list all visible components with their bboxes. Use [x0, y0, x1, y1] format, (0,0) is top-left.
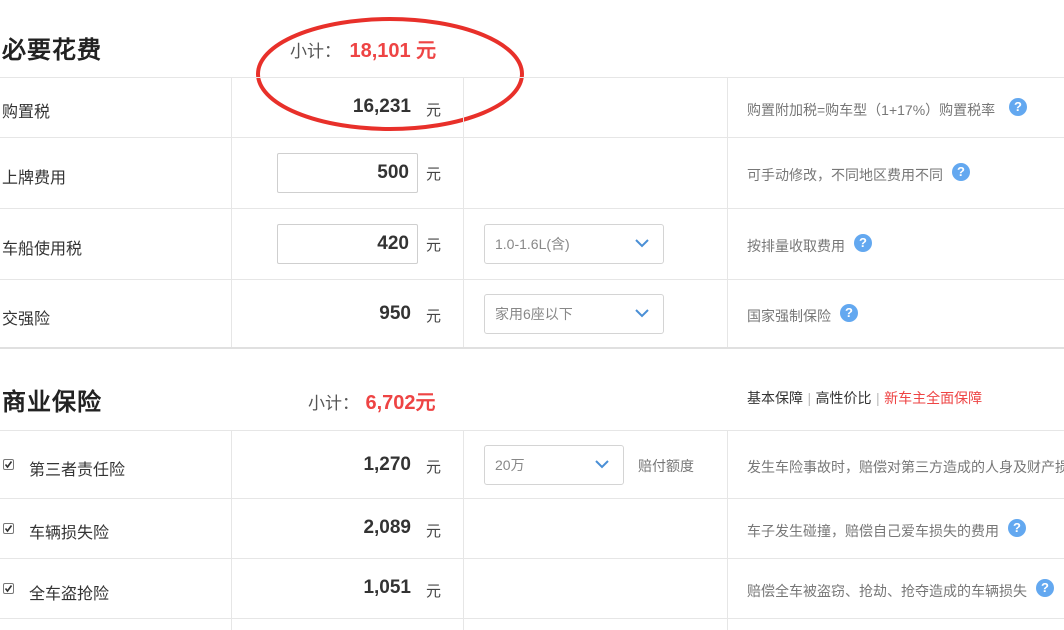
select-suffix: 赔付额度: [638, 458, 694, 474]
unit-label: 元: [426, 523, 442, 540]
plan-switcher: 基本保障 | 高性价比 | 新车主全面保障: [747, 390, 983, 406]
help-icon[interactable]: ?: [952, 163, 970, 181]
unit-label: 元: [426, 308, 442, 325]
commercial-subtotal: 小计： 6,702元: [308, 386, 436, 415]
table-row: 车辆损失险 2,089 元 车子发生碰撞，赔偿自己爱车损失的费用 ?: [0, 499, 1064, 558]
help-icon[interactable]: ?: [1008, 519, 1026, 537]
row-label: 车船使用税: [2, 241, 83, 258]
select-value: 20万: [495, 457, 525, 473]
unit-label: 元: [426, 166, 442, 183]
theft-checkbox[interactable]: [3, 583, 14, 594]
amount-value: 16,231: [352, 96, 411, 117]
help-icon[interactable]: ?: [1009, 98, 1027, 116]
plan-full-link[interactable]: 新车主全面保障: [884, 390, 982, 406]
table-row: 车船使用税 420 元 1.0-1.6L(含) 按排量收取费用 ?: [0, 209, 1064, 279]
amount-value: 1,270: [363, 454, 411, 475]
table-row: 上牌费用 500 元 可手动修改，不同地区费用不同 ?: [0, 138, 1064, 208]
select-value: 1.0-1.6L(含): [495, 236, 570, 252]
row-note: 车子发生碰撞，赔偿自己爱车损失的费用: [747, 523, 999, 539]
table-row: 第三者责任险 1,270 元 20万 赔付额度 发生车险事故时，赔偿对第三方造成…: [0, 431, 1064, 498]
row-note: 按排量收取费用: [747, 238, 845, 254]
row-note: 可手动修改，不同地区费用不同: [747, 167, 943, 183]
unit-label: 元: [426, 102, 442, 119]
help-icon[interactable]: ?: [854, 234, 872, 252]
row-note: 国家强制保险: [747, 308, 831, 324]
table-row: 购置税 16,231 元 购置附加税=购车型（1+17%）购置税率 ?: [0, 77, 1064, 137]
seat-type-select[interactable]: 家用6座以下: [484, 294, 664, 334]
row-note: 购置附加税=购车型（1+17%）购置税率: [747, 102, 996, 118]
unit-label: 元: [426, 583, 442, 600]
chevron-down-icon: [595, 460, 609, 469]
plan-basic-link[interactable]: 基本保障: [747, 390, 803, 406]
amount-value: 2,089: [363, 517, 411, 538]
unit-label: 元: [426, 459, 442, 476]
unit-label: 元: [426, 237, 442, 254]
table-row: 全车盗抢险 1,051 元 赔偿全车被盗窃、抢劫、抢夺造成的车辆损失 ?: [0, 559, 1064, 618]
coverage-amount-select[interactable]: 20万: [484, 445, 624, 485]
row-note: 发生车险事故时，赔偿对第三方造成的人身及财产损: [747, 459, 1064, 475]
amount-value: 950: [379, 303, 411, 324]
chevron-down-icon: [635, 239, 649, 248]
registration-fee-input[interactable]: 500: [277, 153, 418, 193]
row-label: 购置税: [2, 104, 51, 121]
required-section-title: 必要花费: [2, 37, 102, 64]
row-label: 车辆损失险: [29, 525, 110, 542]
select-value: 家用6座以下: [495, 306, 573, 322]
subtotal-label: 小计：: [308, 394, 359, 413]
row-label: 交强险: [2, 311, 51, 328]
subtotal-value: 6,702元: [365, 392, 436, 414]
help-icon[interactable]: ?: [1036, 579, 1054, 597]
chevron-down-icon: [635, 309, 649, 318]
amount-value: 1,051: [363, 577, 411, 598]
vehicle-tax-input[interactable]: 420: [277, 224, 418, 264]
help-icon[interactable]: ?: [840, 304, 858, 322]
row-label: 上牌费用: [2, 170, 67, 187]
table-row: 交强险 950 元 家用6座以下 国家强制保险 ?: [0, 280, 1064, 347]
displacement-select[interactable]: 1.0-1.6L(含): [484, 224, 664, 264]
row-label: 全车盗抢险: [29, 586, 110, 603]
commercial-section-title: 商业保险: [2, 389, 102, 416]
row-note: 赔偿全车被盗窃、抢劫、抢夺造成的车辆损失: [747, 583, 1027, 599]
row-label: 第三者责任险: [29, 462, 126, 479]
plan-value-link[interactable]: 高性价比: [816, 390, 872, 406]
third-party-checkbox[interactable]: [3, 459, 14, 470]
vehicle-damage-checkbox[interactable]: [3, 523, 14, 534]
